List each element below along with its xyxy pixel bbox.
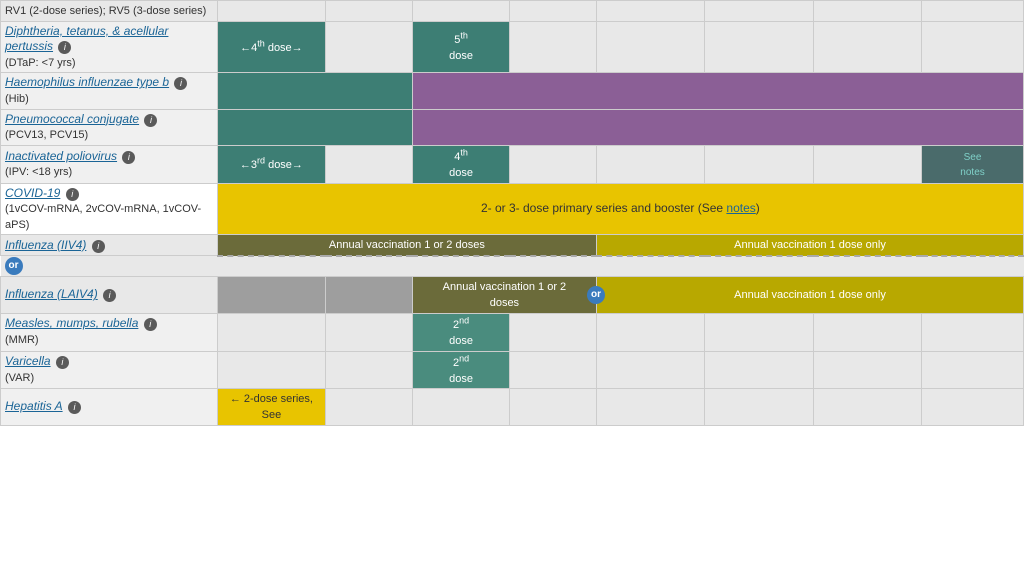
laiv4-gray2 [326,277,413,313]
hepatitis-a-link[interactable]: Hepatitis A [5,399,63,413]
hib-purple [412,73,1023,109]
varicella-dose2: 2nddose [412,351,510,389]
ipv-dose4: 4thdose [412,145,510,183]
influenza-laiv4-name-cell: Influenza (LAIV4) i [1,277,218,313]
dtap-name-cell: Diphtheria, tetanus, & acellular pertuss… [1,21,218,73]
influenza-laiv4-row: Influenza (LAIV4) i Annual vaccination 1… [1,277,1024,313]
vaccine-schedule-table: RV1 (2-dose series); RV5 (3-dose series)… [0,0,1024,426]
mmr-subtext: (MMR) [5,334,39,346]
ipv-dose3: ←3rd dose→ [217,145,325,183]
covid-row: COVID-19 i (1vCOV-mRNA, 2vCOV-mRNA, 1vCO… [1,183,1024,235]
hib-info-icon[interactable]: i [174,77,187,90]
influenza-iiv4-info-icon[interactable]: i [92,240,105,253]
dtap-info-icon[interactable]: i [58,41,71,54]
table-row: Haemophilus influenzae type b i (Hib) [1,73,1024,109]
influenza-iiv4-row: Influenza (IIV4) i Annual vaccination 1 … [1,235,1024,256]
varicella-name-cell: Varicella i (VAR) [1,351,218,389]
influenza-laiv4-link[interactable]: Influenza (LAIV4) [5,287,98,301]
mmr-info-icon[interactable]: i [144,318,157,331]
iiv4-annual-1: Annual vaccination 1 dose only [597,235,1024,256]
hepatitis-a-name-cell: Hepatitis A i [1,389,218,425]
covid-subtext: (1vCOV-mRNA, 2vCOV-mRNA, 1vCOV-aPS) [5,203,201,231]
varicella-link[interactable]: Varicella [5,354,51,368]
mmr-row: Measles, mumps, rubella i (MMR) 2nddose [1,313,1024,351]
laiv4-annual-1-2: Annual vaccination 1 or 2doses or [412,277,596,313]
ipv-name-cell: Inactivated poliovirus i (IPV: <18 yrs) [1,145,218,183]
mmr-name-cell: Measles, mumps, rubella i (MMR) [1,313,218,351]
laiv4-gray1 [217,277,325,313]
table-row: Pneumococcal conjugate i (PCV13, PCV15) [1,109,1024,145]
iiv4-annual-1-2: Annual vaccination 1 or 2 doses [217,235,596,256]
hepatitis-a-info-icon[interactable]: i [68,401,81,414]
varicella-row: Varicella i (VAR) 2nddose [1,351,1024,389]
hib-link[interactable]: Haemophilus influenzae type b [5,75,169,89]
table-row: RV1 (2-dose series); RV5 (3-dose series) [1,1,1024,22]
covid-link[interactable]: COVID-19 [5,186,60,200]
mmr-dose2: 2nddose [412,313,510,351]
pcv-teal [217,109,412,145]
table-row: Inactivated poliovirus i (IPV: <18 yrs) … [1,145,1024,183]
table-row: Diphtheria, tetanus, & acellular pertuss… [1,21,1024,73]
pcv-name-cell: Pneumococcal conjugate i (PCV13, PCV15) [1,109,218,145]
hib-teal [217,73,412,109]
covid-name-cell: COVID-19 i (1vCOV-mRNA, 2vCOV-mRNA, 1vCO… [1,183,218,235]
pcv-purple [412,109,1023,145]
rv-name: RV1 (2-dose series); RV5 (3-dose series) [5,5,206,17]
covid-info-icon[interactable]: i [66,188,79,201]
pcv-subtext: (PCV13, PCV15) [5,129,88,141]
dtap-dose4: ←4th dose→ [217,21,325,73]
dtap-subtext: (DTaP: <7 yrs) [5,57,76,69]
ipv-subtext: (IPV: <18 yrs) [5,166,72,178]
dtap-link[interactable]: Diphtheria, tetanus, & acellular pertuss… [5,24,168,54]
covid-text: 2- or 3- dose primary series and booster… [481,201,760,215]
influenza-iiv4-name-cell: Influenza (IIV4) i [1,235,218,256]
dtap-dose5: 5thdose [412,21,510,73]
or-badge-mid: or [587,286,605,304]
laiv4-annual-1: Annual vaccination 1 dose only [597,277,1024,313]
covid-notes-link[interactable]: notes [726,201,755,215]
varicella-subtext: (VAR) [5,372,34,384]
covid-schedule: 2- or 3- dose primary series and booster… [217,183,1023,235]
hib-subtext: (Hib) [5,93,29,105]
influenza-iiv4-link[interactable]: Influenza (IIV4) [5,238,86,252]
varicella-info-icon[interactable]: i [56,356,69,369]
ipv-link[interactable]: Inactivated poliovirus [5,149,117,163]
rv-cell: RV1 (2-dose series); RV5 (3-dose series) [1,1,218,22]
ipv-see-notes: Seenotes [922,145,1024,183]
pcv-info-icon[interactable]: i [144,114,157,127]
or-separator-row: or [1,256,1024,277]
hepa-2dose: ← 2-dose series, See [217,389,325,425]
influenza-laiv4-info-icon[interactable]: i [103,289,116,302]
hepatitis-a-row: Hepatitis A i ← 2-dose series, See [1,389,1024,425]
mmr-link[interactable]: Measles, mumps, rubella [5,316,138,330]
pcv-link[interactable]: Pneumococcal conjugate [5,112,139,126]
ipv-info-icon[interactable]: i [122,151,135,164]
hib-name-cell: Haemophilus influenzae type b i (Hib) [1,73,218,109]
or-badge: or [5,257,23,275]
